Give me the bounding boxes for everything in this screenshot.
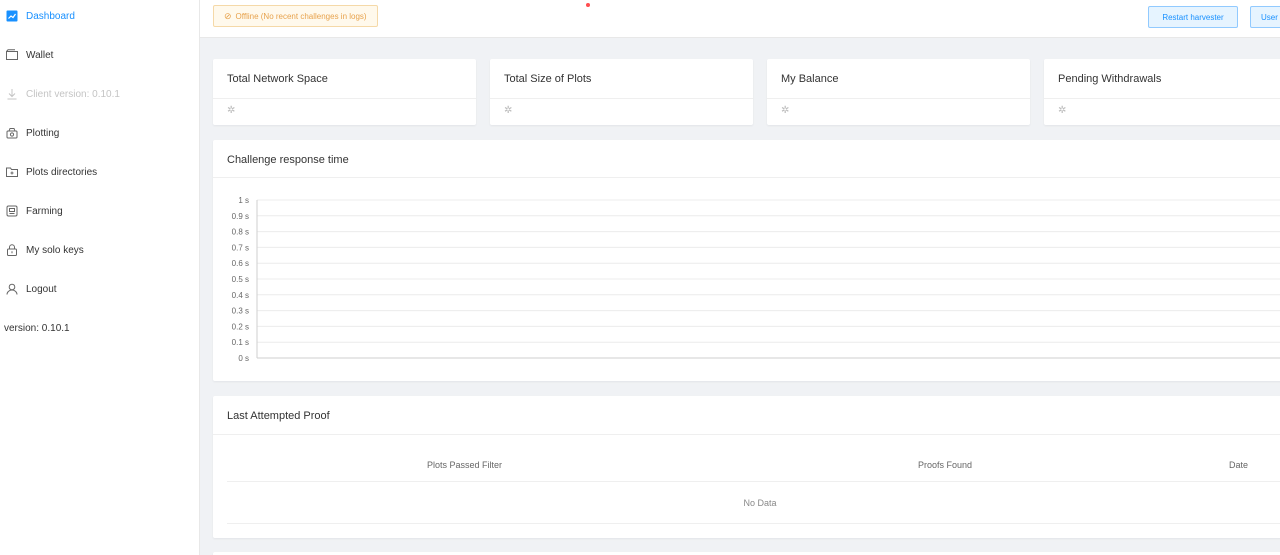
- sidebar-item-farming[interactable]: Farming: [0, 196, 199, 226]
- sidebar-item-wallet[interactable]: Wallet: [0, 40, 199, 70]
- column-header-date: Date: [1229, 460, 1249, 470]
- sidebar-item-label: Dashboard: [26, 10, 75, 22]
- top-header: ⊘ Offline (No recent challenges in logs)…: [200, 0, 1280, 38]
- sidebar-item-plots-directories[interactable]: Plots directories: [0, 157, 199, 187]
- card-divider: [1044, 98, 1280, 99]
- farming-icon: [6, 205, 18, 217]
- card-title: Total Network Space: [227, 73, 328, 85]
- y-tick-label: 0.8 s: [232, 228, 249, 237]
- stat-card-pending-withdrawals: Pending Withdrawals ✲: [1044, 59, 1280, 125]
- y-tick-label: 0.3 s: [232, 307, 249, 316]
- wallet-icon: [6, 49, 18, 61]
- column-header-proofs-found: Proofs Found: [918, 460, 973, 470]
- plotting-icon: [6, 127, 18, 139]
- user-button[interactable]: User: [1250, 6, 1280, 28]
- y-tick-label: 0.4 s: [232, 291, 249, 300]
- y-tick-label: 0 s: [238, 354, 249, 363]
- version-label: version: 0.10.1: [4, 323, 70, 334]
- dashboard-icon: [6, 10, 18, 22]
- loading-spinner-icon: ✲: [781, 105, 790, 116]
- y-tick-label: 1 s: [238, 196, 249, 205]
- sidebar-item-logout[interactable]: Logout: [0, 274, 199, 304]
- sidebar-item-dashboard[interactable]: Dashboard: [0, 1, 199, 31]
- sidebar-item-label: Farming: [26, 205, 63, 217]
- table-footer-divider: [227, 523, 1280, 524]
- card-title: My Balance: [781, 73, 839, 85]
- loading-spinner-icon: ✲: [227, 105, 236, 116]
- y-tick-label: 0.5 s: [232, 275, 249, 284]
- sidebar-item-label: Plots directories: [26, 166, 98, 178]
- sidebar: Dashboard Wallet Client version: 0.10.1 …: [0, 0, 200, 555]
- card-divider: [213, 98, 476, 99]
- loading-spinner-icon: ✲: [504, 105, 513, 116]
- folder-icon: [6, 166, 18, 178]
- y-tick-label: 0.6 s: [232, 259, 249, 268]
- sidebar-item-label: Client version: 0.10.1: [26, 88, 120, 100]
- card-title: Pending Withdrawals: [1058, 73, 1162, 85]
- download-icon: [6, 88, 18, 100]
- sidebar-item-plotting[interactable]: Plotting: [0, 118, 199, 148]
- user-icon: [6, 283, 18, 295]
- card-title: Total Size of Plots: [504, 73, 592, 85]
- empty-table-message: No Data: [743, 498, 777, 508]
- column-header-plots-passed-filter: Plots Passed Filter: [427, 460, 503, 470]
- card-divider: [767, 98, 1030, 99]
- sidebar-item-label: Wallet: [26, 49, 54, 61]
- table-header-divider: [227, 481, 1280, 482]
- status-dot: [586, 3, 590, 7]
- status-icon: ⊘: [224, 10, 232, 21]
- last-attempted-proof-card: Last Attempted Proof Plots Passed Filter…: [213, 396, 1280, 538]
- lock-icon: [6, 244, 18, 256]
- y-tick-label: 0.1 s: [232, 338, 249, 347]
- stat-card-balance: My Balance ✲: [767, 59, 1030, 125]
- stat-card-network-space: Total Network Space ✲: [213, 59, 476, 125]
- sidebar-item-client-version[interactable]: Client version: 0.10.1: [0, 79, 199, 109]
- sidebar-item-label: Logout: [26, 283, 57, 295]
- status-text: Offline (No recent challenges in logs): [235, 11, 367, 21]
- y-tick-label: 0.7 s: [232, 243, 249, 252]
- sidebar-item-label: Plotting: [26, 127, 60, 139]
- challenge-response-card: Challenge response time 0 s 0.1 s 0.2 s 0.3…: [213, 140, 1280, 381]
- proof-title: Last Attempted Proof: [227, 410, 330, 422]
- y-tick-label: 0.2 s: [232, 322, 249, 331]
- card-divider: [213, 434, 1280, 435]
- loading-spinner-icon: ✲: [1058, 105, 1067, 116]
- sidebar-item-label: My solo keys: [26, 244, 84, 256]
- card-divider: [490, 98, 753, 99]
- challenge-response-chart: 0 s 0.1 s 0.2 s 0.3 s 0.4 s 0.5 s 0.6 s 0.7 s 0.…: [232, 196, 1280, 363]
- y-tick-label: 0.9 s: [232, 212, 249, 221]
- stat-card-plots-size: Total Size of Plots ✲: [490, 59, 753, 125]
- status-badge: ⊘ Offline (No recent challenges in logs): [213, 5, 378, 27]
- sidebar-item-my-solo-keys[interactable]: My solo keys: [0, 235, 199, 265]
- restart-harvester-button[interactable]: Restart harvester: [1148, 6, 1238, 28]
